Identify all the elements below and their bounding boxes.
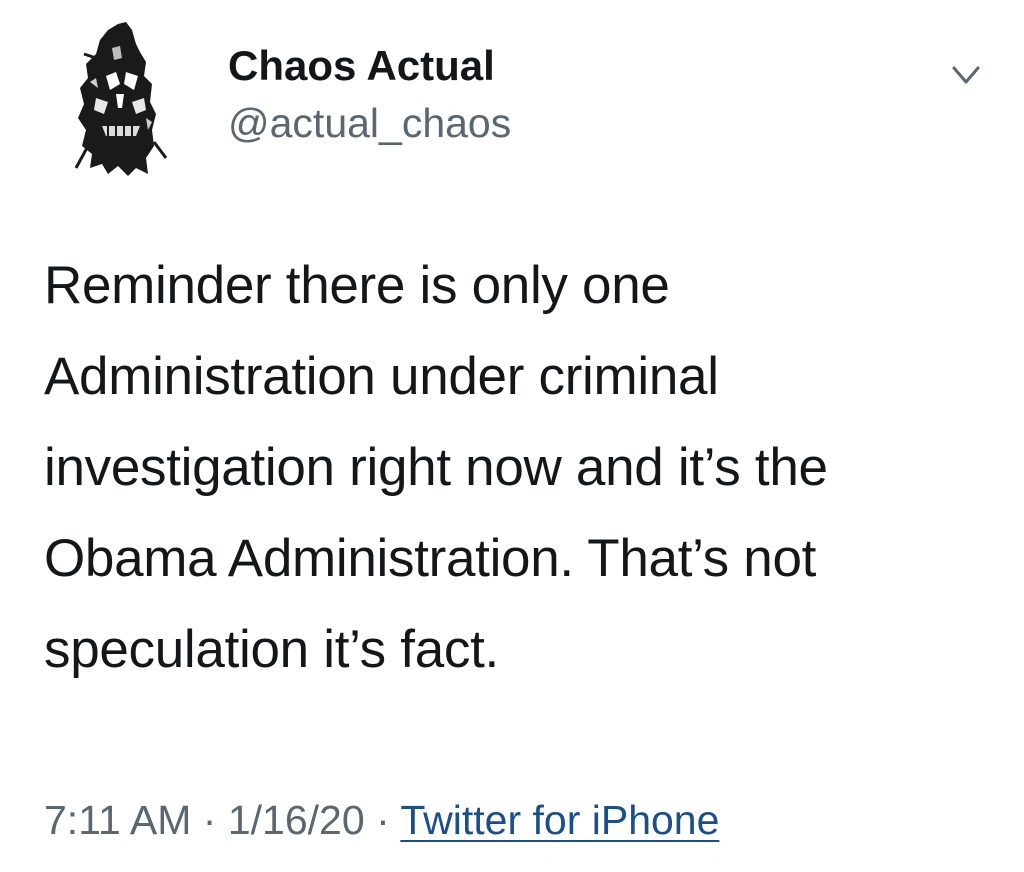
tweet-line: speculation it’s fact. xyxy=(44,620,499,679)
tweet-metadata: 7:11 AM · 1/16/20 · Twitter for iPhone xyxy=(44,792,719,848)
separator-dot: · xyxy=(376,797,390,843)
tweet-line: Obama Administration. That’s not xyxy=(44,529,817,588)
display-name[interactable]: Chaos Actual xyxy=(228,42,495,90)
tweet-line: Administration under criminal xyxy=(44,347,719,406)
tweet-line: investigation right now and it’s the xyxy=(44,438,828,497)
tweet-date[interactable]: 1/16/20 xyxy=(228,797,365,843)
source-link[interactable]: Twitter for iPhone xyxy=(400,797,719,843)
user-handle[interactable]: @actual_chaos xyxy=(228,99,511,147)
tweet-time[interactable]: 7:11 AM xyxy=(44,797,191,843)
chevron-down-icon[interactable] xyxy=(944,56,988,96)
skull-avatar-icon[interactable] xyxy=(66,18,176,178)
tweet-line: Reminder there is only one xyxy=(44,256,670,315)
tweet-text: Reminder there is only one Administratio… xyxy=(44,240,1004,695)
separator-dot: · xyxy=(202,797,217,843)
tweet-card: Chaos Actual @actual_chaos Reminder ther… xyxy=(0,0,1024,872)
